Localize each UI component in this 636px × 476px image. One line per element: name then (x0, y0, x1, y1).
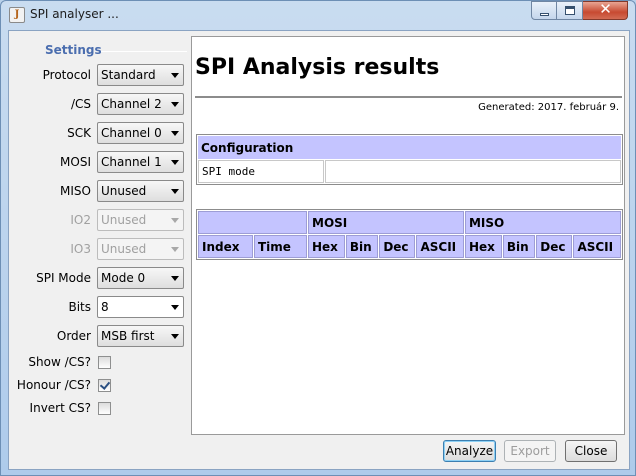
spi-mode-select[interactable]: Mode 0 (97, 267, 184, 289)
chevron-down-icon (171, 247, 179, 252)
client-area: Settings Protocol Standard /CS Channel 2… (8, 30, 630, 470)
col-mosi-ascii: ASCII (416, 235, 464, 258)
configuration-table: Configuration SPI mode (196, 134, 623, 185)
miso-select[interactable]: Unused (97, 180, 184, 202)
bits-select[interactable]: 8 (97, 296, 184, 318)
col-miso-ascii: ASCII (573, 235, 621, 258)
chevron-down-icon (171, 73, 179, 78)
order-label: Order (56, 329, 91, 343)
results-panel[interactable]: SPI Analysis results Generated: 2017. fe… (191, 36, 625, 435)
group-header-mosi: MOSI (308, 211, 464, 234)
mosi-label: MOSI (60, 155, 91, 169)
honour-cs-checkbox[interactable] (98, 379, 111, 392)
results-divider (195, 96, 622, 98)
chevron-down-icon (171, 160, 179, 165)
chevron-down-icon (171, 276, 179, 281)
window-title: SPI analyser ... (30, 7, 119, 21)
bits-value: 8 (101, 300, 109, 314)
col-miso-hex: Hex (464, 235, 502, 258)
protocol-label: Protocol (42, 68, 91, 82)
io2-value: Unused (101, 213, 147, 227)
show-cs-checkbox[interactable] (98, 356, 111, 369)
col-index: Index (198, 235, 253, 258)
io2-label: IO2 (70, 213, 91, 227)
java-app-icon: J (9, 7, 25, 23)
analyze-button[interactable]: Analyze (443, 440, 496, 462)
protocol-select[interactable]: Standard (97, 64, 184, 86)
chevron-down-icon (171, 189, 179, 194)
chevron-down-icon (171, 218, 179, 223)
group-header-miso: MISO (464, 211, 621, 234)
mosi-value: Channel 1 (101, 155, 162, 169)
order-value: MSB first (101, 329, 155, 343)
cs-select[interactable]: Channel 2 (97, 93, 184, 115)
col-mosi-dec: Dec (379, 235, 416, 258)
minimize-button[interactable] (531, 1, 557, 20)
sck-value: Channel 0 (101, 126, 162, 140)
order-select[interactable]: MSB first (97, 325, 184, 347)
sck-select[interactable]: Channel 0 (97, 122, 184, 144)
chevron-down-icon (171, 102, 179, 107)
data-table: MOSI MISO Index Time Hex Bin Dec ASCII H… (196, 209, 623, 260)
title-bar[interactable]: J SPI analyser ... ✕ (1, 0, 635, 29)
config-key-cell: SPI mode (198, 160, 324, 183)
miso-label: MISO (60, 184, 91, 198)
close-window-button[interactable]: ✕ (583, 0, 628, 20)
col-mosi-hex: Hex (308, 235, 345, 258)
col-time: Time (254, 235, 307, 258)
maximize-button[interactable] (557, 1, 583, 20)
cs-value: Channel 2 (101, 97, 162, 111)
cs-label: /CS (70, 97, 91, 111)
close-button[interactable]: Close (565, 440, 617, 462)
honour-cs-label: Honour /CS? (16, 378, 91, 392)
settings-separator (101, 51, 187, 52)
invert-cs-label: Invert CS? (29, 401, 91, 415)
chevron-down-icon (171, 131, 179, 136)
group-header-blank (198, 211, 307, 234)
generated-date: Generated: 2017. február 9. (478, 102, 619, 113)
spi-mode-label: SPI Mode (36, 271, 91, 285)
close-icon: ✕ (599, 0, 612, 18)
minimize-icon (540, 13, 549, 16)
chevron-down-icon (171, 334, 179, 339)
export-button[interactable]: Export (504, 440, 556, 462)
miso-value: Unused (101, 184, 147, 198)
app-window: J SPI analyser ... ✕ Settings Protocol S… (0, 0, 636, 476)
io3-label: IO3 (70, 242, 91, 256)
settings-title: Settings (45, 43, 102, 57)
col-mosi-bin: Bin (345, 235, 379, 258)
config-value-cell (325, 160, 621, 183)
configuration-header: Configuration (198, 136, 621, 159)
show-cs-label: Show /CS? (28, 355, 91, 369)
spi-mode-value: Mode 0 (101, 271, 146, 285)
invert-cs-checkbox[interactable] (98, 402, 111, 415)
io3-value: Unused (101, 242, 147, 256)
results-title: SPI Analysis results (195, 55, 440, 80)
io3-select[interactable]: Unused (97, 238, 184, 260)
col-miso-dec: Dec (536, 235, 573, 258)
chevron-down-icon (171, 305, 179, 310)
maximize-icon (565, 6, 575, 15)
col-miso-bin: Bin (502, 235, 536, 258)
protocol-value: Standard (101, 68, 156, 82)
mosi-select[interactable]: Channel 1 (97, 151, 184, 173)
io2-select[interactable]: Unused (97, 209, 184, 231)
bits-label: Bits (68, 300, 91, 314)
sck-label: SCK (67, 126, 91, 140)
